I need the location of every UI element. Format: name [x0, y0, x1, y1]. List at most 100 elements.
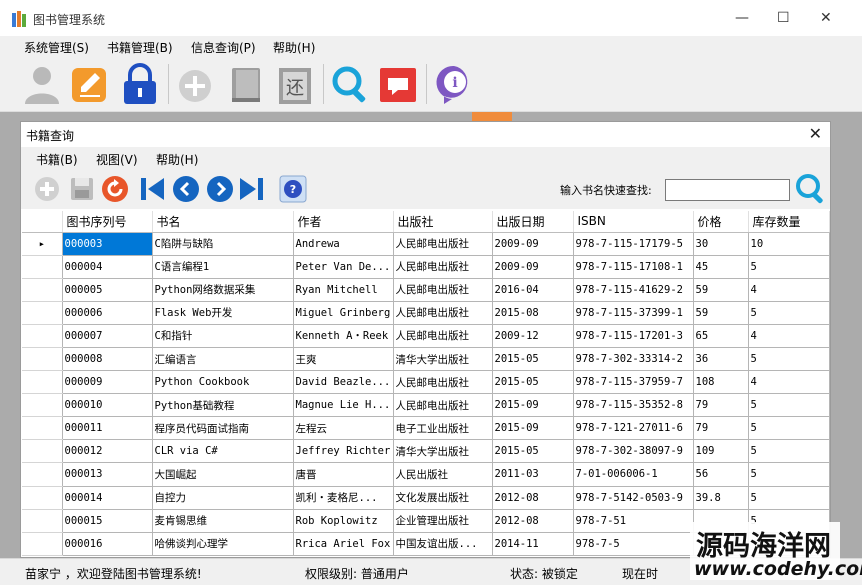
- table-row[interactable]: 000006 Flask Web开发 Miguel Grinberg 人民邮电出版社 2…: [22, 300, 830, 325]
- table-row[interactable]: 000009 Python Cookbook David Beazle... 人民邮电…: [22, 370, 830, 395]
- table-cell[interactable]: 人民邮电出版社: [392, 323, 493, 348]
- table-cell[interactable]: CLR via C#: [151, 439, 294, 464]
- table-cell[interactable]: 7-01-006006-1: [572, 462, 694, 487]
- table-row[interactable]: 000007 C和指针 Kenneth A・Reek 人民邮电出版社 2009-12 97…: [22, 323, 830, 348]
- lock-icon[interactable]: [118, 62, 162, 106]
- table-row[interactable]: 000004 C语言编程1 Peter Van De... 人民邮电出版社 2009-0…: [22, 254, 830, 279]
- table-cell[interactable]: 人民邮电出版社: [392, 393, 493, 418]
- table-cell[interactable]: 978-7-121-27011-6: [572, 416, 694, 441]
- table-cell[interactable]: 2009-12: [491, 323, 574, 348]
- table-cell[interactable]: 程序员代码面试指南: [151, 416, 294, 441]
- table-row[interactable]: 000005 Python网络数据采集 Ryan Mitchell 人民邮电出版社 20…: [22, 277, 830, 302]
- table-cell[interactable]: Miguel Grinberg: [292, 300, 394, 325]
- close-button[interactable]: ✕: [820, 10, 832, 26]
- table-cell[interactable]: 000005: [61, 277, 153, 302]
- table-cell[interactable]: 59: [692, 300, 749, 325]
- table-cell[interactable]: 000012: [61, 439, 153, 464]
- table-cell[interactable]: 2015-09: [491, 393, 574, 418]
- table-cell[interactable]: 人民邮电出版社: [392, 370, 493, 395]
- table-cell[interactable]: 2015-05: [491, 439, 574, 464]
- table-cell[interactable]: 56: [692, 462, 749, 487]
- table-row[interactable]: 000011 程序员代码面试指南 左程云 电子工业出版社 2015-09 978-7-12…: [22, 416, 830, 441]
- table-cell[interactable]: 000004: [61, 254, 153, 279]
- row-header[interactable]: [22, 416, 63, 441]
- prev-icon[interactable]: [172, 175, 200, 203]
- table-cell[interactable]: Kenneth A・Reek: [292, 323, 394, 348]
- table-cell[interactable]: 2012-08: [491, 508, 574, 533]
- table-cell[interactable]: 5: [747, 439, 830, 464]
- table-cell[interactable]: 凯利・麦格尼...: [292, 485, 394, 510]
- row-header[interactable]: [22, 277, 63, 302]
- table-cell[interactable]: 978-7-302-33314-2: [572, 346, 694, 372]
- table-cell[interactable]: 人民邮电出版社: [392, 231, 493, 256]
- column-header[interactable]: 价格: [693, 211, 749, 233]
- table-cell[interactable]: 978-7-115-41629-2: [572, 277, 694, 302]
- edit-icon[interactable]: [68, 62, 112, 106]
- search-icon[interactable]: [328, 62, 372, 106]
- table-row[interactable]: 000010 Python基础教程 Magnue Lie H... 人民邮电出版社 20…: [22, 393, 830, 418]
- row-header[interactable]: [22, 439, 63, 464]
- table-cell[interactable]: 2015-05: [491, 346, 574, 372]
- table-cell[interactable]: C语言编程1: [151, 254, 294, 279]
- table-cell[interactable]: 人民出版社: [392, 462, 493, 487]
- table-row[interactable]: ▸ 000003 C陷阱与缺陷 Andrewa 人民邮电出版社 2009-09 978-7-…: [22, 231, 830, 256]
- column-header[interactable]: 书名: [152, 211, 294, 233]
- table-cell[interactable]: 2015-05: [491, 370, 574, 395]
- table-cell[interactable]: 2015-08: [491, 300, 574, 325]
- table-cell[interactable]: 30: [692, 231, 749, 256]
- table-cell[interactable]: 大国崛起: [151, 462, 294, 487]
- info-icon[interactable]: i: [432, 62, 476, 106]
- table-row[interactable]: 000008 汇编语言 王爽 清华大学出版社 2015-05 978-7-302-3331…: [22, 346, 830, 372]
- row-header[interactable]: [22, 323, 63, 348]
- table-cell[interactable]: 978-7-302-38097-9: [572, 439, 694, 464]
- message-icon[interactable]: [376, 62, 420, 106]
- table-cell[interactable]: 2009-09: [491, 231, 574, 256]
- table-cell[interactable]: 唐晋: [292, 462, 394, 487]
- table-cell[interactable]: 5: [747, 346, 830, 372]
- last-icon[interactable]: [238, 175, 266, 203]
- menu-help-child[interactable]: 帮助(H): [156, 151, 198, 168]
- column-header[interactable]: 出版日期: [492, 211, 574, 233]
- table-cell[interactable]: 2011-03: [491, 462, 574, 487]
- table-cell[interactable]: Andrewa: [292, 231, 394, 256]
- table-cell[interactable]: 2015-09: [491, 416, 574, 441]
- save-icon[interactable]: [68, 175, 96, 203]
- row-header[interactable]: ▸: [22, 231, 63, 256]
- table-cell[interactable]: David Beazle...: [292, 370, 394, 395]
- table-cell[interactable]: 2014-11: [491, 531, 574, 556]
- table-cell[interactable]: 自控力: [151, 485, 294, 510]
- table-cell[interactable]: 59: [692, 277, 749, 302]
- table-cell[interactable]: 5: [747, 254, 830, 279]
- table-cell[interactable]: 978-7-115-37399-1: [572, 300, 694, 325]
- table-cell[interactable]: Rob Koplowitz: [292, 508, 394, 533]
- table-cell[interactable]: 左程云: [292, 416, 394, 441]
- next-icon[interactable]: [206, 175, 234, 203]
- maximize-button[interactable]: ☐: [777, 10, 790, 26]
- table-cell[interactable]: 文化发展出版社: [392, 485, 493, 510]
- table-cell[interactable]: 978-7-115-35352-8: [572, 393, 694, 418]
- table-cell[interactable]: 中国友谊出版...: [392, 531, 493, 556]
- menu-query[interactable]: 信息查询(P): [191, 39, 256, 56]
- table-cell[interactable]: 2012-08: [491, 485, 574, 510]
- table-cell[interactable]: 978-7-5142-0503-9: [572, 485, 694, 510]
- refresh-icon[interactable]: [101, 175, 129, 203]
- column-header[interactable]: ISBN: [573, 211, 694, 233]
- row-header[interactable]: [22, 462, 63, 487]
- row-header[interactable]: [22, 370, 63, 395]
- table-cell[interactable]: 45: [692, 254, 749, 279]
- book-icon[interactable]: [224, 62, 268, 106]
- first-icon[interactable]: [138, 175, 166, 203]
- row-header[interactable]: [22, 485, 63, 510]
- table-cell[interactable]: 10: [747, 231, 830, 256]
- table-cell[interactable]: 4: [747, 370, 830, 395]
- table-cell[interactable]: 清华大学出版社: [392, 439, 493, 464]
- table-cell[interactable]: 000011: [61, 416, 153, 441]
- table-cell[interactable]: Magnue Lie H...: [292, 393, 394, 418]
- column-header[interactable]: 出版社: [393, 211, 493, 233]
- table-cell[interactable]: 978-7-115-17108-1: [572, 254, 694, 279]
- table-cell[interactable]: C和指针: [151, 323, 294, 348]
- user-icon[interactable]: [20, 62, 64, 106]
- table-cell[interactable]: 978-7-5: [572, 531, 694, 556]
- table-cell[interactable]: 109: [692, 439, 749, 464]
- table-cell[interactable]: 企业管理出版社: [392, 508, 493, 533]
